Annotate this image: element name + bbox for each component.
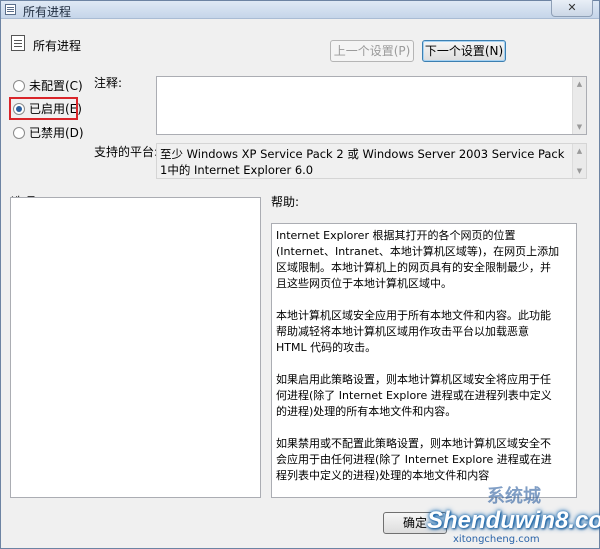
scroll-down-icon[interactable]: ▼ — [573, 164, 586, 178]
watermark-sub: xitongcheng.com — [453, 534, 540, 545]
comment-textarea[interactable]: ▲ ▼ — [156, 76, 587, 135]
previous-setting-button[interactable]: 上一个设置(P) — [330, 40, 414, 62]
radio-circle[interactable] — [13, 80, 25, 92]
setting-icon — [11, 35, 25, 51]
title-bar: 所有进程 ✕ — [1, 0, 599, 19]
radio-disabled[interactable]: 已禁用(D) — [13, 125, 84, 141]
help-label: 帮助: — [271, 195, 300, 209]
help-paragraph: 如果禁用或不配置此策略设置，则本地计算机区域安全不会应用于由任何进程(除了 In… — [276, 437, 552, 482]
scroll-down-icon[interactable]: ▼ — [573, 120, 586, 134]
radio-circle[interactable] — [13, 127, 25, 139]
radio-label: 已禁用(D) — [29, 126, 84, 140]
watermark-brand: Shenduwin8.com — [427, 507, 600, 534]
help-text: Internet Explorer 根据其打开的各个网页的位置(Internet… — [272, 224, 564, 484]
watermark-logo: 系统城 — [487, 486, 541, 506]
help-paragraph: 本地计算机区域安全应用于所有本地文件和内容。此功能帮助减轻将本地计算机区域用作攻… — [276, 309, 551, 354]
close-button[interactable]: ✕ — [551, 0, 593, 17]
setting-title: 所有进程 — [33, 39, 82, 53]
platform-box: 至少 Windows XP Service Pack 2 或 Windows S… — [156, 143, 587, 179]
next-setting-button[interactable]: 下一个设置(N) — [422, 40, 506, 62]
help-paragraph: 如果启用此策略设置，则本地计算机区域安全将应用于任何进程(除了 Internet… — [276, 373, 552, 418]
policy-icon — [5, 4, 16, 15]
platform-text: 至少 Windows XP Service Pack 2 或 Windows S… — [160, 147, 565, 177]
platform-label: 支持的平台: — [94, 145, 159, 159]
options-pane — [10, 197, 261, 498]
help-pane[interactable]: Internet Explorer 根据其打开的各个网页的位置(Internet… — [271, 223, 577, 498]
window-title: 所有进程 — [23, 5, 72, 19]
policy-dialog: 所有进程 ✕ 所有进程 上一个设置(P) 下一个设置(N) 未配置(C) 已启用… — [0, 0, 600, 549]
scroll-up-icon[interactable]: ▲ — [573, 77, 586, 91]
comment-scrollbar[interactable]: ▲ ▼ — [572, 77, 586, 134]
scroll-up-icon[interactable]: ▲ — [573, 144, 586, 158]
highlight-box — [9, 97, 78, 120]
help-paragraph: Internet Explorer 根据其打开的各个网页的位置(Internet… — [276, 229, 560, 290]
radio-not-configured[interactable]: 未配置(C) — [13, 78, 83, 94]
comment-label: 注释: — [94, 76, 123, 90]
platform-scrollbar[interactable]: ▲ ▼ — [572, 144, 586, 178]
radio-label: 未配置(C) — [29, 79, 83, 93]
